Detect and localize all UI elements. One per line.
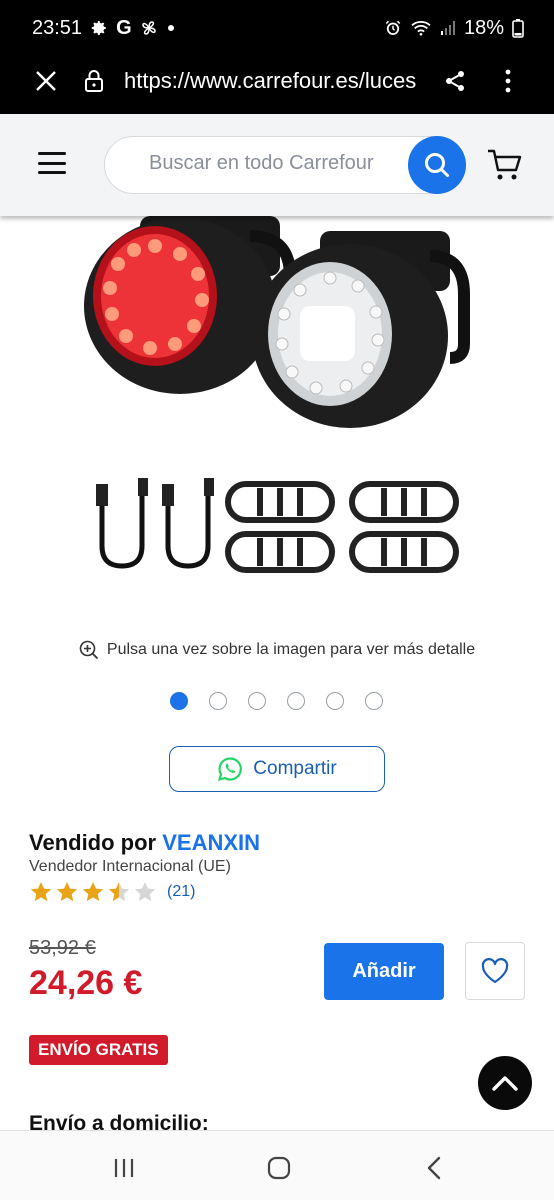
notification-dot-icon	[167, 25, 174, 31]
pagination-dot[interactable]	[248, 692, 266, 710]
browser-toolbar: https://www.carrefour.es/luces	[0, 56, 554, 114]
old-price: 53,92 €	[29, 937, 96, 959]
system-navigation-bar	[0, 1130, 554, 1200]
pagination-dot[interactable]	[170, 692, 188, 710]
rating-stars[interactable]: (21)	[29, 880, 195, 904]
seller-type: Vendedor Internacional (UE)	[29, 858, 231, 875]
whatsapp-icon	[218, 757, 243, 781]
share-label: Compartir	[253, 758, 337, 779]
usb-cables	[96, 478, 214, 569]
home-icon[interactable]	[259, 1151, 299, 1185]
sold-by-prefix: Vendido por	[29, 830, 157, 855]
share-icon[interactable]	[442, 68, 468, 94]
hamburger-menu-icon[interactable]	[38, 152, 66, 174]
alarm-icon	[384, 19, 402, 37]
product-image[interactable]	[60, 216, 500, 606]
seller-name-link[interactable]: VEANXIN	[162, 830, 260, 855]
search-input[interactable]: Buscar en todo Carrefour	[149, 152, 405, 175]
more-options-icon[interactable]	[496, 68, 520, 94]
recent-apps-icon[interactable]	[104, 1151, 144, 1185]
sold-by: Vendido por VEANXIN	[29, 830, 260, 856]
zoom-in-icon	[79, 640, 99, 660]
wishlist-button[interactable]	[465, 942, 525, 1000]
star-full-icon	[30, 882, 52, 902]
chevron-up-icon	[492, 1076, 518, 1091]
search-button[interactable]	[408, 136, 466, 194]
search-bar[interactable]: Buscar en todo Carrefour	[104, 136, 466, 194]
lock-icon[interactable]	[82, 68, 106, 94]
google-g-icon: G	[116, 16, 132, 39]
scroll-to-top-button[interactable]	[478, 1056, 532, 1110]
star-half-icon	[108, 882, 130, 902]
share-whatsapp-button[interactable]: Compartir	[169, 746, 385, 792]
image-pagination	[170, 692, 383, 710]
star-full-icon	[82, 882, 104, 902]
zoom-hint: Pulsa una vez sobre la imagen para ver m…	[0, 640, 554, 660]
star-empty-icon	[134, 882, 156, 902]
site-header: Buscar en todo Carrefour	[0, 114, 554, 216]
add-to-cart-button[interactable]: Añadir	[324, 943, 444, 1000]
back-icon[interactable]	[414, 1151, 454, 1185]
pagination-dot[interactable]	[287, 692, 305, 710]
pagination-dot[interactable]	[326, 692, 344, 710]
battery-icon	[512, 18, 524, 38]
rubber-straps	[225, 481, 459, 573]
settings-gear-icon	[90, 19, 108, 37]
rating-count[interactable]: (21)	[167, 883, 195, 901]
zoom-hint-text: Pulsa una vez sobre la imagen para ver m…	[106, 641, 476, 658]
signal-icon	[440, 20, 456, 36]
free-shipping-badge: ENVÍO GRATIS	[29, 1035, 168, 1065]
battery-percentage: 18%	[463, 16, 504, 39]
search-icon	[425, 153, 449, 177]
wifi-icon	[410, 19, 432, 37]
star-full-icon	[56, 882, 78, 902]
status-time: 23:51	[32, 16, 83, 39]
url-bar[interactable]: https://www.carrefour.es/luces	[124, 68, 424, 94]
fan-icon	[140, 19, 158, 37]
cart-icon[interactable]	[486, 148, 522, 182]
status-bar: 23:51 G 18%	[0, 0, 554, 56]
close-tab-icon[interactable]	[34, 69, 58, 93]
pagination-dot[interactable]	[209, 692, 227, 710]
current-price: 24,26 €	[29, 964, 143, 1002]
pagination-dot[interactable]	[365, 692, 383, 710]
heart-icon	[481, 958, 509, 984]
